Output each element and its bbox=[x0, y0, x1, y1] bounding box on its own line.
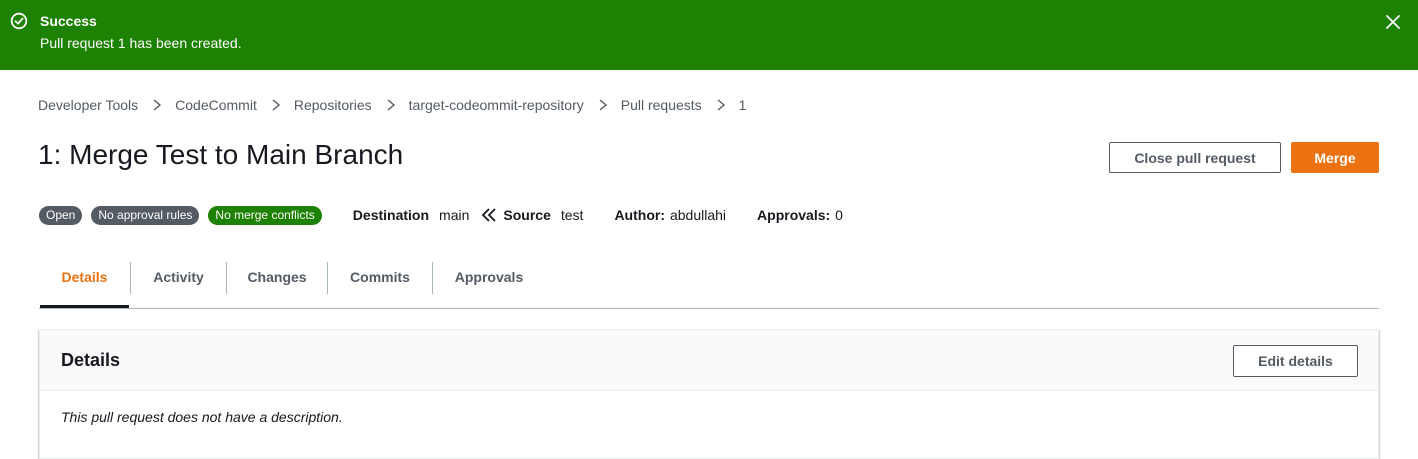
close-icon[interactable] bbox=[1384, 13, 1402, 31]
approvals-label: Approvals: bbox=[757, 207, 831, 223]
breadcrumb-repository[interactable]: target-codeommit-repository bbox=[409, 97, 584, 113]
destination-label: Destination bbox=[352, 207, 430, 223]
details-panel: Details Edit details This pull request d… bbox=[39, 329, 1379, 459]
source-branch: test bbox=[560, 207, 584, 223]
tab-activity[interactable]: Activity bbox=[131, 260, 226, 308]
pull-request-meta: Open No approval rules No merge conflict… bbox=[39, 205, 843, 225]
tab-bar: Details Activity Changes Commits Approva… bbox=[39, 260, 1379, 309]
edit-details-button[interactable]: Edit details bbox=[1233, 345, 1358, 377]
status-badge-merge-conflicts: No merge conflicts bbox=[208, 205, 322, 225]
double-chevron-left-icon bbox=[482, 208, 497, 222]
chevron-right-icon bbox=[153, 99, 162, 111]
breadcrumb-pull-requests[interactable]: Pull requests bbox=[621, 97, 702, 113]
status-badge-open: Open bbox=[39, 205, 83, 225]
page-title: 1: Merge Test to Main Branch bbox=[38, 139, 404, 170]
chevron-right-icon bbox=[717, 99, 725, 111]
merge-button[interactable]: Merge bbox=[1291, 142, 1379, 173]
pull-request-description: This pull request does not have a descri… bbox=[61, 409, 343, 425]
chevron-right-icon bbox=[387, 99, 395, 111]
flash-title: Success bbox=[40, 13, 97, 29]
details-panel-header: Details Edit details bbox=[40, 330, 1378, 391]
author-value: abdullahi bbox=[669, 207, 727, 223]
success-flash-banner: Success Pull request 1 has been created. bbox=[0, 0, 1418, 70]
tab-commits[interactable]: Commits bbox=[328, 260, 432, 308]
author-label: Author: bbox=[614, 207, 665, 223]
approvals-value: 0 bbox=[835, 207, 843, 223]
breadcrumb-codecommit[interactable]: CodeCommit bbox=[175, 97, 257, 113]
close-pull-request-button[interactable]: Close pull request bbox=[1109, 142, 1281, 173]
source-label: Source bbox=[503, 207, 551, 223]
destination-branch: main bbox=[439, 207, 470, 223]
status-badge-approval-rules: No approval rules bbox=[91, 205, 200, 225]
tab-changes[interactable]: Changes bbox=[227, 260, 327, 308]
chevron-right-icon bbox=[599, 99, 607, 111]
breadcrumb-developer-tools[interactable]: Developer Tools bbox=[38, 97, 138, 113]
breadcrumb-current: 1 bbox=[738, 97, 747, 113]
chevron-right-icon bbox=[272, 99, 280, 111]
details-panel-title: Details bbox=[61, 350, 121, 370]
check-circle-icon bbox=[10, 12, 28, 30]
breadcrumb-repositories[interactable]: Repositories bbox=[294, 97, 372, 113]
tab-approvals[interactable]: Approvals bbox=[433, 260, 545, 308]
breadcrumb: Developer Tools CodeCommit Repositories … bbox=[38, 95, 746, 115]
flash-message: Pull request 1 has been created. bbox=[40, 35, 242, 51]
tab-details[interactable]: Details bbox=[40, 260, 129, 308]
